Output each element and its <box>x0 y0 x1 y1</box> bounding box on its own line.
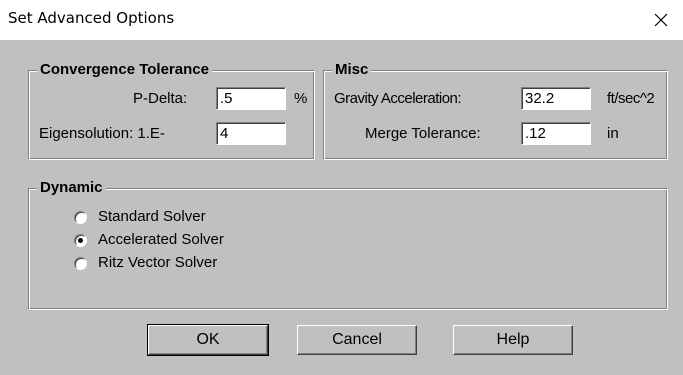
close-button[interactable] <box>639 0 683 40</box>
gravity-acceleration-unit: ft/sec^2 <box>607 90 655 107</box>
cancel-button[interactable]: Cancel <box>297 325 417 355</box>
ok-button[interactable]: OK <box>147 324 269 356</box>
title-bar: Set Advanced Options <box>0 0 683 40</box>
radio-ritz-vector-solver[interactable]: Ritz Vector Solver <box>74 254 217 272</box>
dynamic-group: Dynamic <box>28 179 668 310</box>
misc-group: Misc Gravity Acceleration: 32.2 ft/sec^2… <box>323 61 668 160</box>
merge-tolerance-unit: in <box>607 125 619 142</box>
radio-standard-solver[interactable]: Standard Solver <box>74 208 206 226</box>
help-button[interactable]: Help <box>453 325 573 355</box>
close-icon <box>654 13 668 27</box>
merge-tolerance-label: Merge Tolerance: <box>365 125 481 142</box>
window-title: Set Advanced Options <box>8 9 175 27</box>
convergence-tolerance-group: Convergence Tolerance P-Delta: .5 % Eige… <box>28 61 315 160</box>
pdelta-label: P-Delta: <box>133 90 188 107</box>
pdelta-input[interactable]: .5 <box>216 87 286 110</box>
misc-title: Misc <box>332 61 372 79</box>
convergence-tolerance-title: Convergence Tolerance <box>37 61 212 79</box>
radio-accelerated-solver[interactable]: Accelerated Solver <box>74 231 224 249</box>
pdelta-unit: % <box>294 90 308 107</box>
radio-button-icon <box>74 256 87 270</box>
eigensolution-label: Eigensolution: 1.E- <box>39 125 165 142</box>
radio-button-icon <box>74 210 87 224</box>
gravity-acceleration-label: Gravity Acceleration: <box>334 90 462 107</box>
eigensolution-input[interactable]: 4 <box>216 122 286 145</box>
dialog-client-area: Convergence Tolerance P-Delta: .5 % Eige… <box>0 40 683 375</box>
gravity-acceleration-input[interactable]: 32.2 <box>521 87 591 110</box>
merge-tolerance-input[interactable]: .12 <box>521 122 591 145</box>
standard-solver-label: Standard Solver <box>98 208 206 225</box>
dynamic-title: Dynamic <box>37 179 106 197</box>
accelerated-solver-label: Accelerated Solver <box>98 231 224 248</box>
radio-button-icon <box>74 233 87 247</box>
ritz-vector-solver-label: Ritz Vector Solver <box>98 254 218 271</box>
